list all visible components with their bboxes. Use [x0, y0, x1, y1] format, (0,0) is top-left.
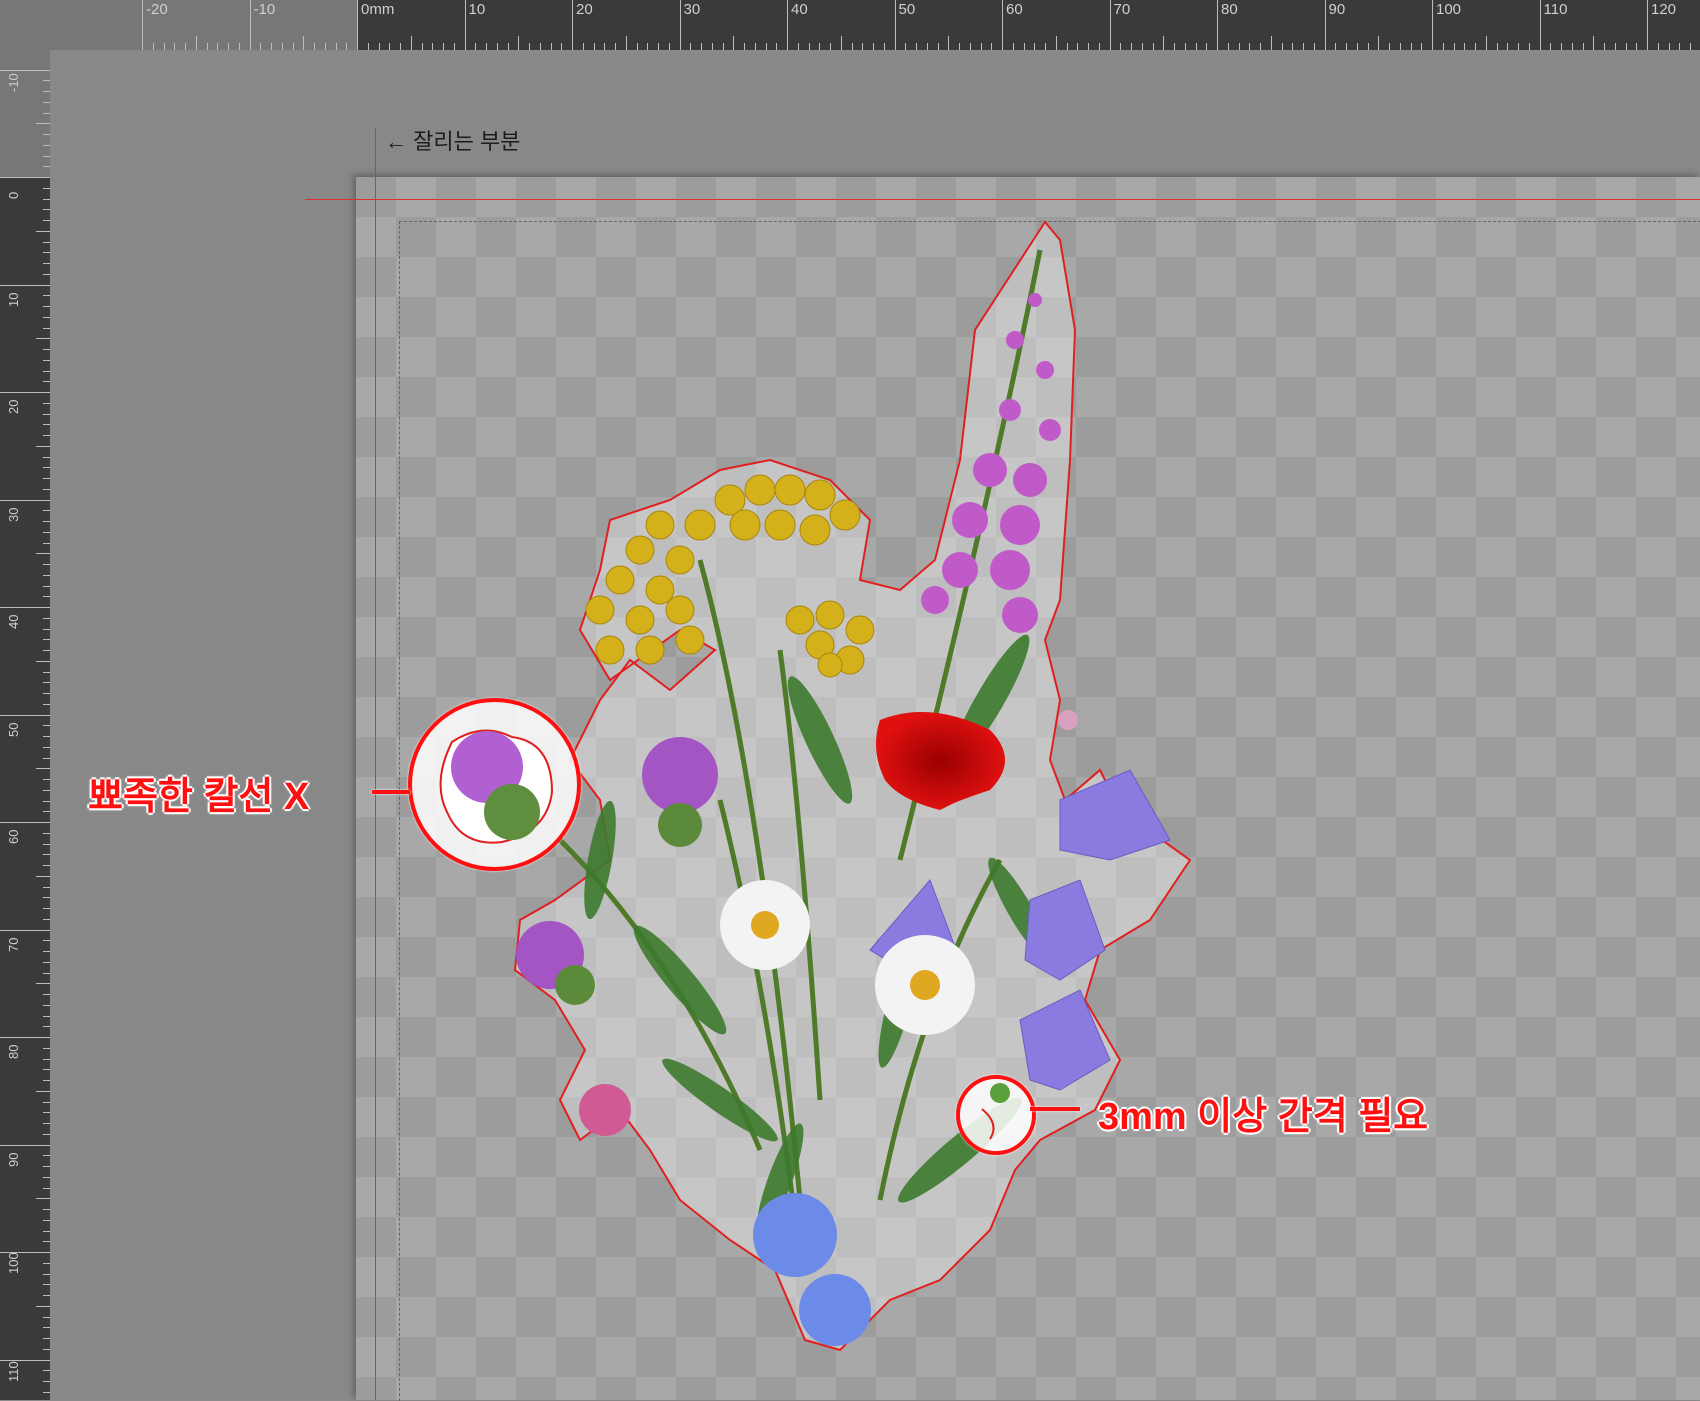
callout-leader-sharp-cut [372, 790, 410, 794]
callout-gap-text: 3mm 이상 간격 필요 [1098, 1096, 1429, 1138]
bud [1058, 710, 1078, 730]
bouquet-artwork[interactable] [0, 0, 1700, 1400]
callout-leader-gap [1030, 1107, 1080, 1111]
callout-circle-gap [956, 1075, 1036, 1155]
callout-sharp-cut-text: 뾰족한 칼선 X [88, 776, 310, 818]
callout-circle-sharp-cut [408, 698, 581, 871]
clover-flower [579, 1084, 631, 1136]
sticker-cutline [513, 220, 1192, 1352]
